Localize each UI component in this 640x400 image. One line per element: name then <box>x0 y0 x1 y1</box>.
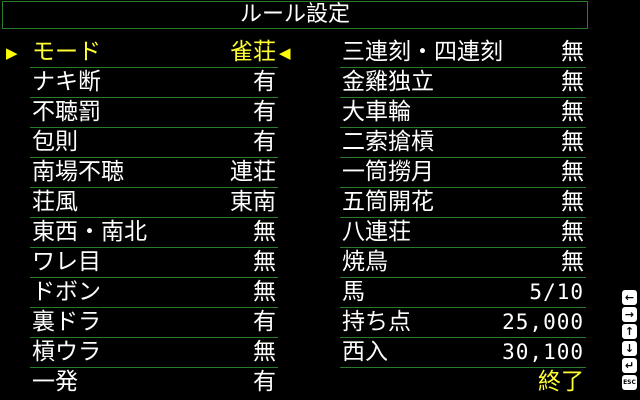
rule-label: 大車輪 <box>342 99 411 125</box>
rule-label: 荘風 <box>32 189 78 215</box>
rule-label: 金雞独立 <box>342 69 434 95</box>
rule-row-uma[interactable]: 馬 5/10 <box>340 278 586 308</box>
rule-row-nisou-chankan[interactable]: 二索搶槓 無 <box>340 128 586 158</box>
esc-key-icon: ESC <box>622 375 637 390</box>
rule-value: 無 <box>561 219 584 245</box>
title-bar: ルール設定 <box>2 1 588 29</box>
arrow-right-icon: → <box>622 307 637 322</box>
rule-row-iipin-raoyue[interactable]: 一筒撈月 無 <box>340 158 586 188</box>
rule-row-mode[interactable]: モード 雀荘 <box>30 38 278 68</box>
rule-label: ドボン <box>32 279 101 305</box>
return-icon: ↵ <box>622 358 637 373</box>
rule-value: 無 <box>561 159 584 185</box>
rule-value: 東南 <box>230 189 276 215</box>
rule-label: 二索搶槓 <box>342 129 434 155</box>
rule-row-noten-penalty[interactable]: 不聴罰 有 <box>30 98 278 128</box>
selection-cursor-right-icon: ◀ <box>279 44 291 62</box>
rule-label: 西入 <box>342 339 388 365</box>
rule-row-west-round[interactable]: 西入 30,100 <box>340 338 586 368</box>
rule-row-daisharin[interactable]: 大車輪 無 <box>340 98 586 128</box>
rule-label: ナキ断 <box>32 69 101 95</box>
rule-label: ワレ目 <box>32 249 101 275</box>
rule-value: 無 <box>253 249 276 275</box>
rule-value: 無 <box>561 249 584 275</box>
rule-value: 有 <box>253 69 276 95</box>
rule-label: 五筒開花 <box>342 189 434 215</box>
rule-value: 5/10 <box>529 280 584 304</box>
arrow-up-icon: ↑ <box>622 324 637 339</box>
rule-row-naki-tan[interactable]: ナキ断 有 <box>30 68 278 98</box>
rule-row-kinkei-dokuritsu[interactable]: 金雞独立 無 <box>340 68 586 98</box>
rule-value: 無 <box>561 69 584 95</box>
rule-label: 八連荘 <box>342 219 411 245</box>
rule-row-pao[interactable]: 包則 有 <box>30 128 278 158</box>
selection-cursor-left-icon: ▶ <box>6 44 18 62</box>
arrow-left-icon: ← <box>622 290 637 305</box>
rule-value: 連荘 <box>230 159 276 185</box>
rule-label: 槓ウラ <box>32 339 101 365</box>
rule-label: 不聴罰 <box>32 99 101 125</box>
key-guide: ← → ↑ ↓ ↵ ESC <box>622 290 639 392</box>
rule-row-south-noten[interactable]: 南場不聴 連荘 <box>30 158 278 188</box>
rule-row-starting-points[interactable]: 持ち点 25,000 <box>340 308 586 338</box>
rule-value: 無 <box>253 279 276 305</box>
rule-value: 雀荘 <box>230 39 276 65</box>
rule-value: 30,100 <box>502 340 584 364</box>
rule-label: 持ち点 <box>342 309 411 335</box>
exit-label: 終了 <box>538 369 584 395</box>
rule-label: 三連刻・四連刻 <box>342 39 503 65</box>
rule-value: 無 <box>253 219 276 245</box>
rule-value: 有 <box>253 99 276 125</box>
rule-label: 馬 <box>342 279 365 305</box>
rule-value: 有 <box>253 309 276 335</box>
rule-row-dobon[interactable]: ドボン 無 <box>30 278 278 308</box>
rule-row-uupin-kaihou[interactable]: 五筒開花 無 <box>340 188 586 218</box>
rule-label: 南場不聴 <box>32 159 124 185</box>
rule-label: 一発 <box>32 369 78 395</box>
rule-label: 一筒撈月 <box>342 159 434 185</box>
rule-value: 無 <box>561 39 584 65</box>
rule-row-sanrenko[interactable]: 三連刻・四連刻 無 <box>340 38 586 68</box>
rule-row-wareme[interactable]: ワレ目 無 <box>30 248 278 278</box>
rule-label: モード <box>32 39 101 65</box>
rule-row-paarenchan[interactable]: 八連荘 無 <box>340 218 586 248</box>
rule-value: 25,000 <box>502 310 584 334</box>
rule-value: 無 <box>561 99 584 125</box>
rule-value: 無 <box>561 189 584 215</box>
exit-button[interactable]: 終了 <box>340 368 586 398</box>
rule-row-round-wind[interactable]: 荘風 東南 <box>30 188 278 218</box>
rule-row-ippatsu[interactable]: 一発 有 <box>30 368 278 398</box>
rule-value: 有 <box>253 369 276 395</box>
rule-value: 有 <box>253 129 276 155</box>
rule-row-yakitori[interactable]: 焼鳥 無 <box>340 248 586 278</box>
rule-row-east-west-south-north[interactable]: 東西・南北 無 <box>30 218 278 248</box>
rule-label: 東西・南北 <box>32 219 147 245</box>
left-rule-list: モード 雀荘 ナキ断有 不聴罰有 包則有 南場不聴 連荘 荘風 東南 東西・南北無 ワ… <box>30 38 278 398</box>
rule-label: 包則 <box>32 129 78 155</box>
right-rule-list: 三連刻・四連刻無 金雞独立無 大車輪無 二索搶槓無 一筒撈月無 五筒開花無 八連… <box>340 38 586 398</box>
rule-row-ura-dora[interactable]: 裏ドラ 有 <box>30 308 278 338</box>
page-title: ルール設定 <box>239 2 350 27</box>
rule-label: 焼鳥 <box>342 249 388 275</box>
rule-row-kan-ura[interactable]: 槓ウラ 無 <box>30 338 278 368</box>
rule-value: 無 <box>253 339 276 365</box>
rule-label: 裏ドラ <box>32 309 101 335</box>
arrow-down-icon: ↓ <box>622 341 637 356</box>
rule-value: 無 <box>561 129 584 155</box>
